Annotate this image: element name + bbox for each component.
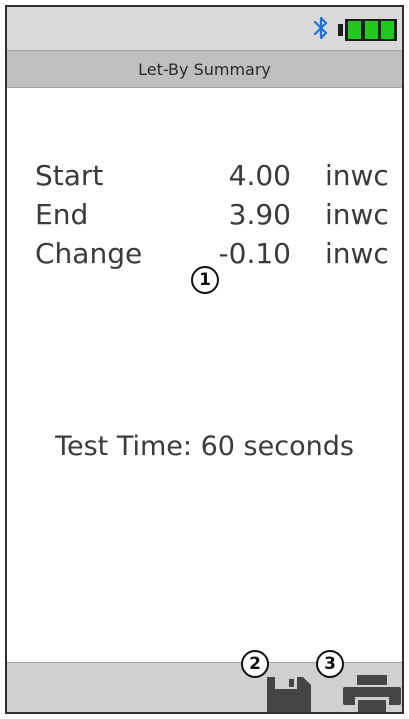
reading-unit: inwc (325, 198, 389, 231)
page-title: Let-By Summary (7, 50, 402, 88)
reading-label: Change (35, 237, 143, 270)
reading-row-start: Start 4.00 inwc (35, 162, 395, 194)
reading-label: End (35, 198, 89, 231)
page-title-text: Let-By Summary (138, 59, 271, 79)
reading-label: Start (35, 159, 104, 192)
reading-unit: inwc (325, 237, 389, 270)
reading-value: 4.00 (228, 159, 291, 192)
floppy-disk-icon[interactable] (267, 677, 311, 713)
printer-icon[interactable] (343, 675, 401, 713)
reading-row-end: End 3.90 inwc (35, 201, 395, 233)
reading-value: -0.10 (218, 237, 291, 270)
bottom-toolbar: 2 3 (7, 650, 402, 713)
reading-unit: inwc (325, 159, 389, 192)
reading-value: 3.90 (228, 198, 291, 231)
test-time-text: Test Time: 60 seconds (55, 431, 354, 462)
battery-full-icon (338, 19, 397, 41)
reading-row-change: Change -0.10 inwc (35, 240, 395, 272)
bluetooth-icon (313, 16, 328, 40)
status-bar (7, 7, 402, 50)
device-screen: Let-By Summary Start 4.00 inwc End 3.90 … (5, 5, 404, 714)
callout-2: 2 (241, 650, 269, 678)
callout-3: 3 (316, 650, 344, 678)
callout-1: 1 (191, 266, 219, 294)
